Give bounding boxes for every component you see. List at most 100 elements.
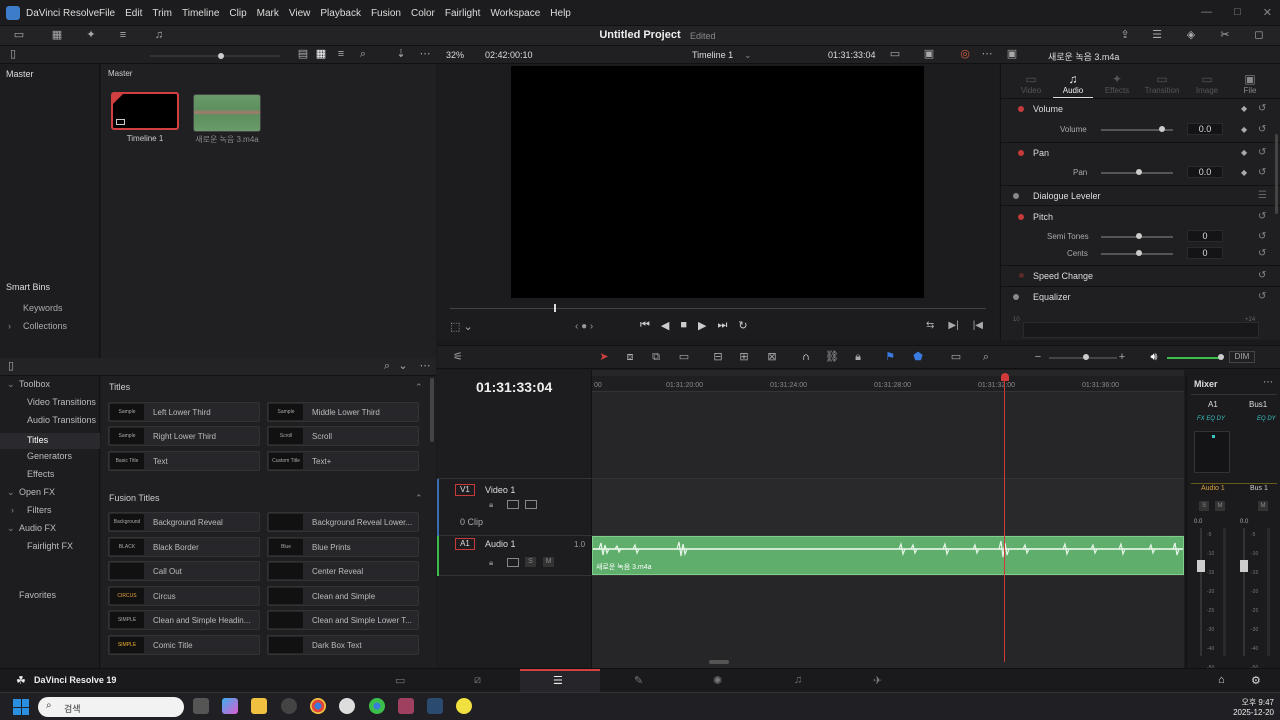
replace-clip-icon[interactable]: ⊠	[765, 351, 779, 363]
reset-icon[interactable]: ↺	[1258, 248, 1266, 259]
title-text-plus[interactable]: Custom Title Text+	[267, 451, 419, 471]
app-icon[interactable]	[456, 698, 472, 714]
smart-bin-keywords[interactable]: Keywords	[23, 303, 63, 313]
mixer-icon[interactable]: ☰	[1150, 29, 1164, 41]
lock-icon[interactable]: 🔒︎	[489, 558, 493, 568]
filters-item[interactable]: › Filters	[0, 505, 100, 521]
mixer-fx-bus1[interactable]: EQ DY	[1257, 416, 1276, 422]
dialogue-leveler-toggle[interactable]	[1013, 193, 1019, 199]
track-header-a1[interactable]: A1 Audio 1 1.0 🔒︎ S M	[437, 536, 592, 576]
chevron-right-icon[interactable]: ›	[8, 321, 11, 331]
chevron-down-icon[interactable]: ⌄	[744, 50, 752, 61]
fusion-title-item[interactable]: SIMPLE Clean and Simple Headin...	[108, 610, 260, 630]
title-right-lower-third[interactable]: Sample Right Lower Third	[108, 426, 260, 446]
solo-button[interactable]: S	[1199, 501, 1209, 511]
menu-item-fairlight[interactable]: Fairlight	[445, 8, 481, 19]
dim-button[interactable]: DIM	[1229, 351, 1255, 363]
generators-item[interactable]: Generators	[0, 451, 100, 467]
menu-item-playback[interactable]: Playback	[320, 8, 361, 19]
play-reverse-icon[interactable]: ◀	[661, 319, 669, 332]
next-edit-icon[interactable]: ▶|	[948, 320, 958, 331]
pan-value[interactable]: 0.0	[1187, 166, 1223, 178]
lock-icon[interactable]: 🔒︎	[489, 500, 493, 510]
track-header-v1[interactable]: V1 Video 1 🔒︎ 0 Clip	[437, 478, 592, 537]
reset-icon[interactable]: ↺	[1258, 147, 1266, 158]
minimize-icon[interactable]: —	[1201, 6, 1212, 19]
list-view-icon[interactable]: ▤	[296, 48, 310, 60]
link-icon[interactable]: ⛓	[825, 351, 839, 363]
title-text[interactable]: Basic Title Text	[108, 451, 260, 471]
davinci-taskbar-icon[interactable]	[427, 698, 443, 714]
menu-item-timeline[interactable]: Timeline	[182, 8, 219, 19]
title-left-lower-third[interactable]: Sample Left Lower Third	[108, 402, 260, 422]
trim-tool-icon[interactable]: ⧈	[623, 351, 637, 363]
track-name-v1[interactable]: Video 1	[485, 485, 515, 495]
bypass-icon[interactable]: ◎	[958, 48, 972, 60]
timeline-selector[interactable]: Timeline 1	[692, 50, 733, 60]
menu-item-file[interactable]: File	[99, 8, 115, 19]
settings-icon[interactable]: ⚙	[1251, 674, 1261, 687]
page-color-icon[interactable]: ✺	[713, 674, 722, 687]
audio-transitions-item[interactable]: Audio Transitions	[0, 415, 100, 431]
flag-icon[interactable]: ⚑	[883, 351, 897, 363]
sound-library-icon[interactable]: ♫	[152, 29, 166, 41]
media-pool-icon[interactable]: ▭	[12, 29, 26, 41]
prev-edit-icon[interactable]: |◀	[973, 320, 983, 331]
page-cut-icon[interactable]: ⧄	[474, 674, 481, 687]
app-icon[interactable]	[281, 698, 297, 714]
pan-graph[interactable]	[1194, 431, 1230, 473]
semitones-value[interactable]: 0	[1187, 230, 1223, 242]
scrollbar[interactable]	[430, 378, 434, 442]
blade-tool-icon[interactable]: ▭	[677, 351, 691, 363]
sort-order-icon[interactable]: ⇣	[394, 48, 408, 60]
fusion-title-item[interactable]: Dark Box Text	[267, 635, 419, 655]
track-id-v1[interactable]: V1	[455, 484, 475, 496]
clip-mode-icon[interactable]: ⇆	[926, 320, 934, 331]
timeline-ruler[interactable]: 00 01:31:20:00 01:31:24:00 01:31:28:00 0…	[592, 376, 1184, 392]
title-scroll[interactable]: Scroll Scroll	[267, 426, 419, 446]
pan-enable-toggle[interactable]	[1018, 150, 1024, 156]
viewer-screen[interactable]	[511, 66, 924, 298]
app-icon[interactable]	[339, 698, 355, 714]
auto-select-icon[interactable]	[507, 558, 519, 567]
semitones-knob[interactable]	[1136, 233, 1142, 239]
fusion-title-item[interactable]: BLACK Black Border	[108, 537, 260, 557]
fader-track[interactable]	[1200, 528, 1202, 656]
search-icon[interactable]: ⌕	[356, 48, 370, 60]
reset-icon[interactable]: ↺	[1258, 291, 1266, 302]
app-icon[interactable]	[398, 698, 414, 714]
audio-clip[interactable]: 새로운 녹음 3.m4a	[592, 536, 1184, 575]
export-icon[interactable]: ⇪	[1118, 29, 1132, 41]
pan-knob[interactable]	[1136, 169, 1142, 175]
thumbnail-zoom-slider[interactable]	[150, 55, 280, 57]
volume-enable-toggle[interactable]	[1018, 106, 1024, 112]
copilot-icon[interactable]	[222, 698, 238, 714]
fusion-title-item[interactable]: Background Reveal Lower...	[267, 512, 419, 532]
open-fx-item[interactable]: ⌄ Open FX	[0, 487, 100, 503]
lock-icon[interactable]: 🔒︎	[851, 351, 865, 363]
mixer-fx-a1[interactable]: FX EQ DY	[1197, 416, 1225, 422]
panel-toggle-icon[interactable]: ▯	[4, 360, 18, 372]
fusion-title-item[interactable]: CIRCUS Circus	[108, 586, 260, 606]
effects-library-icon[interactable]: ▦	[50, 29, 64, 41]
maximize-icon[interactable]: □	[1234, 6, 1241, 19]
chevron-down-icon[interactable]: ⌄	[396, 360, 410, 372]
fusion-title-item[interactable]: Blue Blue Prints	[267, 537, 419, 557]
viewer-more-icon[interactable]: ⋯	[980, 48, 994, 60]
viewer-zoom[interactable]: 32%	[446, 50, 464, 60]
master-volume-knob[interactable]	[1218, 354, 1224, 360]
keyframe-icon[interactable]: ◆	[1241, 148, 1247, 157]
scrubber-playhead[interactable]	[554, 304, 556, 312]
grid-view-icon[interactable]: ▦	[314, 48, 328, 60]
selection-tool-icon[interactable]: ➤	[597, 351, 611, 363]
cents-value[interactable]: 0	[1187, 247, 1223, 259]
title-middle-lower-third[interactable]: Sample Middle Lower Third	[267, 402, 419, 422]
tab-effects[interactable]: ✦ Effects	[1097, 72, 1137, 95]
mute-button[interactable]: M	[1215, 501, 1225, 511]
menu-item-edit[interactable]: Edit	[125, 8, 142, 19]
horizontal-scrollbar[interactable]	[709, 660, 729, 664]
mute-button[interactable]: M	[543, 557, 554, 567]
tab-audio[interactable]: ♫ Audio	[1053, 72, 1093, 98]
tab-video[interactable]: ▭ Video	[1011, 72, 1051, 95]
keyframe-icon[interactable]: ◆	[1241, 104, 1247, 113]
